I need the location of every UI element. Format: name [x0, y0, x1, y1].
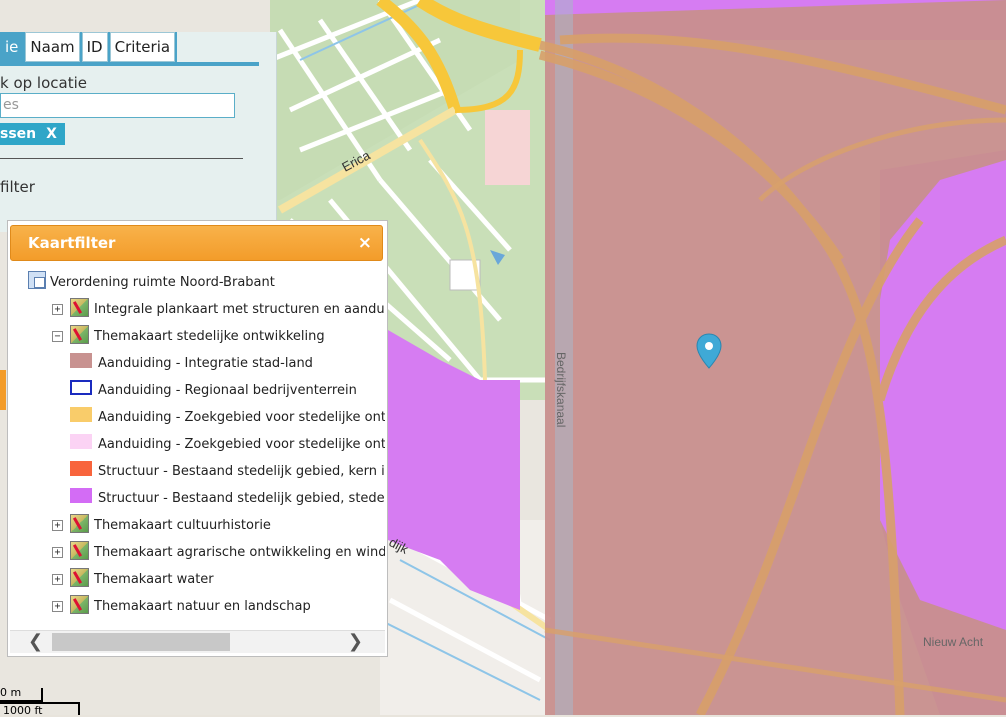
layer-group-label: Themakaart natuur en landschap [94, 599, 311, 614]
legend-label: Aanduiding - Integratie stad-land [98, 356, 313, 371]
expand-icon[interactable]: + [52, 601, 63, 612]
map-layer-icon [70, 541, 89, 560]
search-filter-tag[interactable]: ssen X [0, 123, 65, 145]
legend-label: Aanduiding - Zoekgebied voor stedelijke … [98, 410, 385, 425]
filter-label: filter [0, 178, 35, 196]
search-tabs: ie Naam ID Criteria [0, 32, 178, 62]
tab-criteria[interactable]: Criteria [109, 32, 176, 62]
tree-root-label: Verordening ruimte Noord-Brabant [50, 275, 275, 290]
place-label-nieuw-acht: Nieuw Acht [923, 635, 984, 649]
canal-label: Bedrijfskanaal [554, 352, 568, 427]
scale-bar: 0 m 1000 ft [0, 686, 90, 717]
close-icon[interactable]: × [358, 233, 372, 253]
scale-metric-label: 0 m [0, 686, 22, 699]
layer-group-label: Themakaart agrarische ontwikkeling en wi… [94, 545, 385, 560]
tab-naam[interactable]: Naam [25, 32, 80, 62]
layer-group-label: Themakaart stedelijke ontwikkeling [94, 329, 325, 344]
location-marker-icon[interactable] [696, 333, 722, 373]
collapsed-panel-tab[interactable] [0, 370, 6, 410]
tab-locatie[interactable]: ie [0, 32, 24, 62]
expand-icon[interactable]: + [52, 304, 63, 315]
scroll-left-icon[interactable]: ❮ [28, 631, 43, 652]
search-input[interactable]: es [0, 93, 235, 118]
expand-icon[interactable]: + [52, 520, 63, 531]
layer-group-label: Integrale plankaart met structuren en aa… [94, 302, 385, 317]
legend-swatch [70, 461, 92, 476]
collapse-icon[interactable]: − [52, 331, 63, 342]
legend-label: Aanduiding - Zoekgebied voor stedelijke … [98, 437, 385, 452]
scale-tick-metric [41, 688, 43, 702]
search-panel: ie Naam ID Criteria k op locatie es ssen… [0, 32, 277, 232]
horizontal-scrollbar[interactable]: ❮ ❯ [10, 630, 385, 653]
map-layer-icon [70, 298, 89, 317]
tab-id[interactable]: ID [81, 32, 108, 62]
layer-tree: Verordening ruimte Noord-Brabant + Integr… [8, 269, 385, 625]
kaartfilter-title: Kaartfilter [28, 234, 116, 252]
legend-swatch [70, 488, 92, 503]
legend-swatch [70, 407, 92, 422]
layers-icon [28, 271, 46, 289]
divider [0, 158, 243, 159]
scale-tick-imperial [78, 702, 80, 715]
kaartfilter-panel: Kaartfilter × Verordening ruimte Noord-B… [7, 220, 388, 657]
scroll-right-icon[interactable]: ❯ [348, 631, 363, 652]
scrollbar-thumb[interactable] [52, 633, 230, 651]
map-layer-icon [70, 325, 89, 344]
legend-label: Aanduiding - Regionaal bedrijventerrein [98, 383, 357, 398]
expand-icon[interactable]: + [52, 574, 63, 585]
legend-swatch [70, 380, 92, 395]
legend-swatch [70, 434, 92, 449]
scale-imperial-label: 1000 ft [3, 704, 43, 717]
layer-group-label: Themakaart cultuurhistorie [94, 518, 271, 533]
search-tag-label: ssen [0, 126, 37, 142]
legend-swatch [70, 353, 92, 368]
kaartfilter-header[interactable]: Kaartfilter × [10, 225, 383, 261]
map-layer-icon [70, 568, 89, 587]
legend-label: Structuur - Bestaand stedelijk gebied, s… [98, 491, 385, 506]
expand-icon[interactable]: + [52, 547, 63, 558]
layer-group-label: Themakaart water [94, 572, 214, 587]
tag-remove-icon[interactable]: X [46, 126, 57, 142]
map-layer-icon [70, 514, 89, 533]
legend-label: Structuur - Bestaand stedelijk gebied, k… [98, 464, 385, 479]
tab-underline [0, 62, 259, 66]
search-location-label: k op locatie [0, 74, 87, 92]
map-layer-icon [70, 595, 89, 614]
